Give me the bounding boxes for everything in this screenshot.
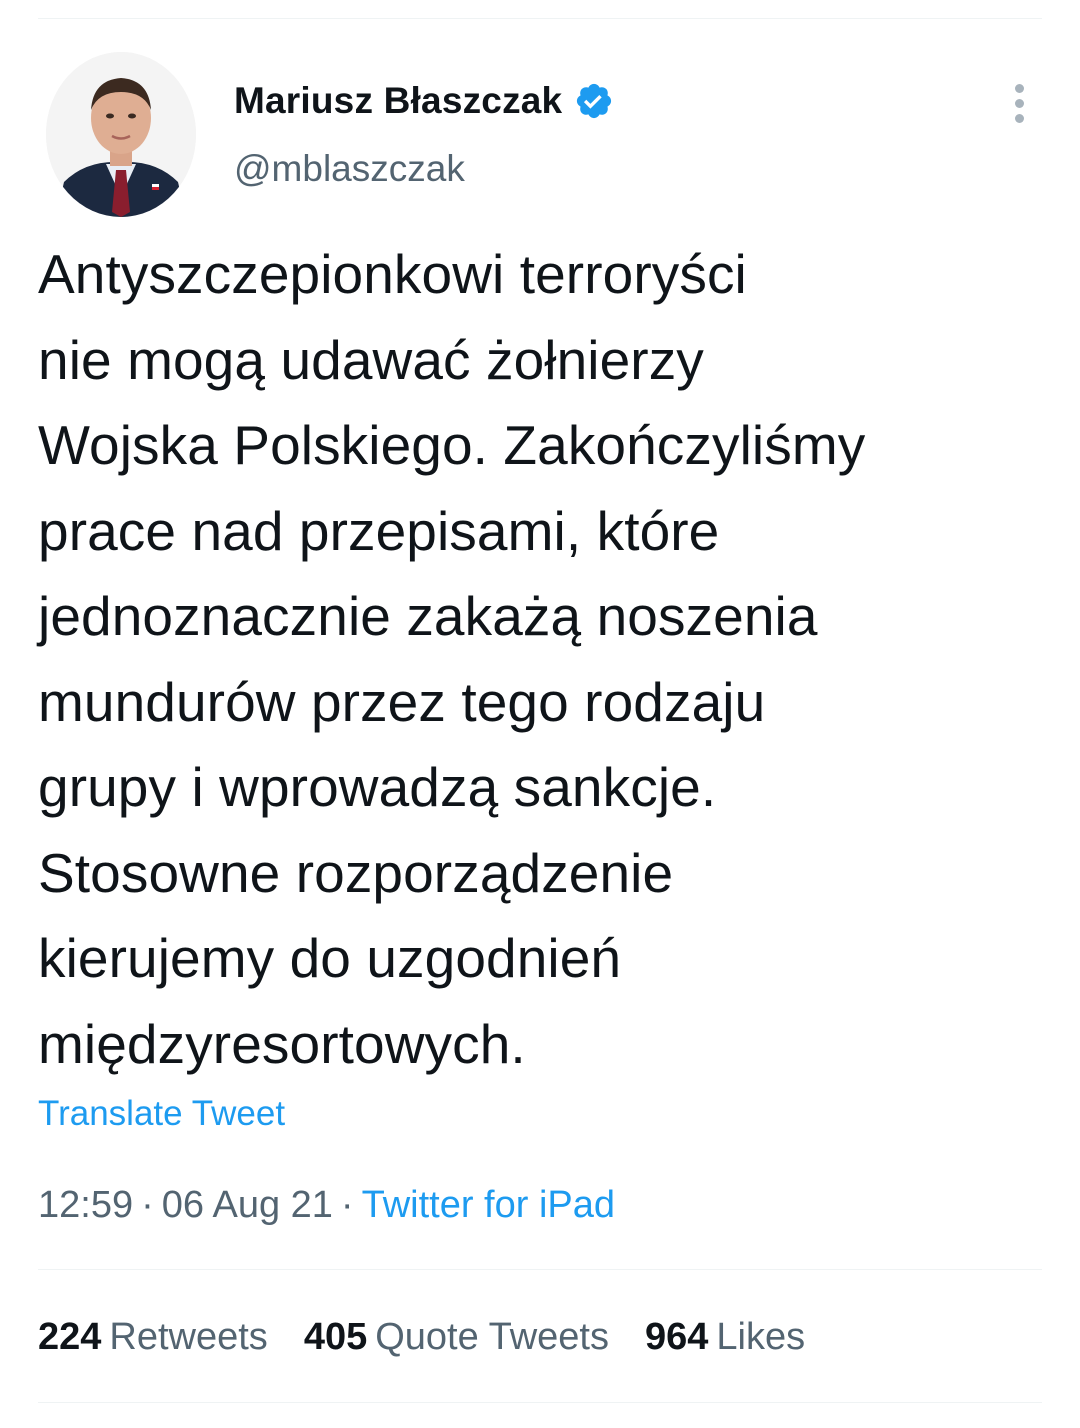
stats-divider — [38, 1269, 1042, 1270]
tweet-source-link[interactable]: Twitter for iPad — [362, 1184, 615, 1226]
quote-tweets-label: Quote Tweets — [375, 1316, 609, 1358]
tweet-line: Stosowne rozporządzenie — [38, 841, 674, 904]
meta-separator: · — [340, 1184, 354, 1226]
author-handle[interactable]: @mblaszczak — [234, 148, 465, 190]
tweet-line: kierujemy do uzgodnień — [38, 927, 622, 989]
tweet-line: nie mogą udawać żołnierzy — [38, 328, 704, 391]
translate-tweet-link[interactable]: Translate Tweet — [38, 1094, 285, 1134]
author-display-name[interactable]: Mariusz Błaszczak — [234, 80, 562, 122]
verified-badge-icon — [574, 81, 614, 121]
bottom-divider — [38, 1402, 1042, 1403]
tweet-time[interactable]: 12:59 — [38, 1184, 133, 1226]
likes-count: 964 — [645, 1316, 709, 1358]
tweet-line: grupy i wprowadzą sankcje. — [38, 756, 717, 818]
quote-tweets-stat[interactable]: 405 Quote Tweets — [304, 1316, 609, 1359]
tweet-text: Antyszczepionkowi terroryści nie mogą ud… — [38, 232, 1048, 1087]
likes-label: Likes — [716, 1316, 806, 1358]
meta-separator: · — [141, 1184, 154, 1226]
more-vertical-icon[interactable] — [1003, 84, 1037, 124]
top-divider — [38, 18, 1042, 19]
author-name-row[interactable]: Mariusz Błaszczak — [234, 80, 614, 122]
tweet-date[interactable]: 06 Aug 21 — [162, 1184, 333, 1226]
quote-tweets-count: 405 — [303, 1316, 368, 1358]
retweets-label: Retweets — [109, 1316, 268, 1358]
tweet-line: mundurów przez tego rodzaju — [38, 670, 766, 733]
tweet-line: prace nad przepisami, które — [38, 499, 720, 562]
likes-stat[interactable]: 964 Likes — [645, 1316, 805, 1359]
tweet-stats: 224 Retweets 405 Quote Tweets 964 Likes — [38, 1316, 841, 1359]
tweet-line: Wojska Polskiego. Zakończyliśmy — [38, 414, 866, 476]
tweet-line: międzyresortowych. — [38, 1012, 526, 1075]
retweets-count: 224 — [38, 1316, 102, 1358]
tweet-meta: 12:59 · 06 Aug 21 · Twitter for iPad — [38, 1184, 615, 1227]
retweets-stat[interactable]: 224 Retweets — [38, 1316, 268, 1359]
tweet-line: jednoznacznie zakażą noszenia — [38, 585, 818, 647]
tweet-line: Antyszczepionkowi terroryści — [38, 243, 747, 305]
avatar-photo — [46, 52, 196, 217]
avatar[interactable] — [46, 52, 196, 217]
